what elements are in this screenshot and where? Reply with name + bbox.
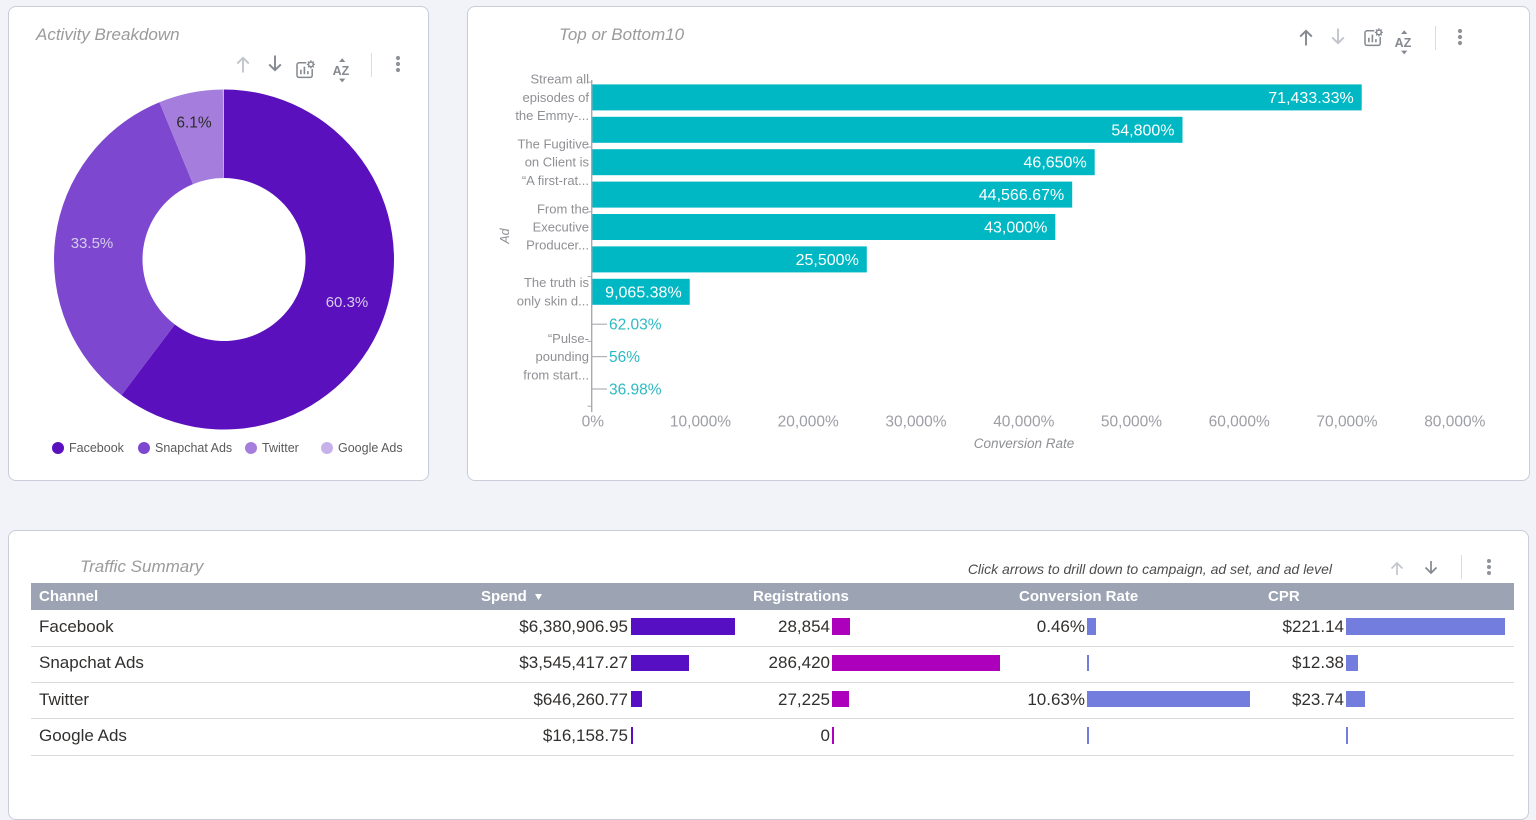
svg-text:10,000%: 10,000% — [670, 414, 731, 431]
svg-text:36.98%: 36.98% — [609, 382, 662, 399]
svg-text:30,000%: 30,000% — [885, 414, 946, 431]
svg-text:60.3%: 60.3% — [326, 294, 369, 311]
svg-text:62.03%: 62.03% — [609, 317, 662, 334]
svg-text:“A first-rat...: “A first-rat... — [522, 173, 589, 188]
svg-text:pounding: pounding — [536, 349, 590, 364]
svg-text:Ad: Ad — [498, 227, 512, 244]
svg-text:70,000%: 70,000% — [1316, 414, 1377, 431]
svg-text:Executive: Executive — [533, 220, 589, 235]
svg-text:40,000%: 40,000% — [993, 414, 1054, 431]
svg-text:Conversion Rate: Conversion Rate — [974, 436, 1075, 451]
svg-text:episodes of: episodes of — [523, 90, 590, 105]
svg-text:9,065.38%: 9,065.38% — [605, 284, 682, 301]
svg-text:The truth is: The truth is — [524, 275, 590, 290]
svg-text:43,000%: 43,000% — [984, 220, 1047, 237]
svg-text:Stream all: Stream all — [530, 72, 589, 87]
svg-text:25,500%: 25,500% — [796, 252, 859, 269]
svg-text:33.5%: 33.5% — [71, 235, 114, 252]
svg-text:6.1%: 6.1% — [176, 115, 212, 132]
svg-text:on Client is: on Client is — [525, 155, 590, 170]
svg-text:0%: 0% — [582, 414, 605, 431]
svg-text:44,566.67%: 44,566.67% — [979, 187, 1064, 204]
svg-text:71,433.33%: 71,433.33% — [1268, 90, 1353, 107]
svg-text:Producer...: Producer... — [526, 238, 589, 253]
svg-text:20,000%: 20,000% — [778, 414, 839, 431]
svg-text:54,800%: 54,800% — [1111, 122, 1174, 139]
svg-text:The Fugitive: The Fugitive — [517, 137, 589, 152]
svg-text:46,650%: 46,650% — [1024, 155, 1087, 172]
svg-text:the Emmy-...: the Emmy-... — [515, 108, 589, 123]
svg-text:from start...: from start... — [523, 367, 589, 382]
svg-text:“Pulse-: “Pulse- — [548, 331, 589, 346]
svg-text:only skin d...: only skin d... — [517, 293, 589, 308]
svg-text:50,000%: 50,000% — [1101, 414, 1162, 431]
svg-text:60,000%: 60,000% — [1209, 414, 1270, 431]
svg-text:80,000%: 80,000% — [1424, 414, 1485, 431]
svg-text:56%: 56% — [609, 349, 640, 366]
svg-text:From the: From the — [537, 201, 589, 216]
